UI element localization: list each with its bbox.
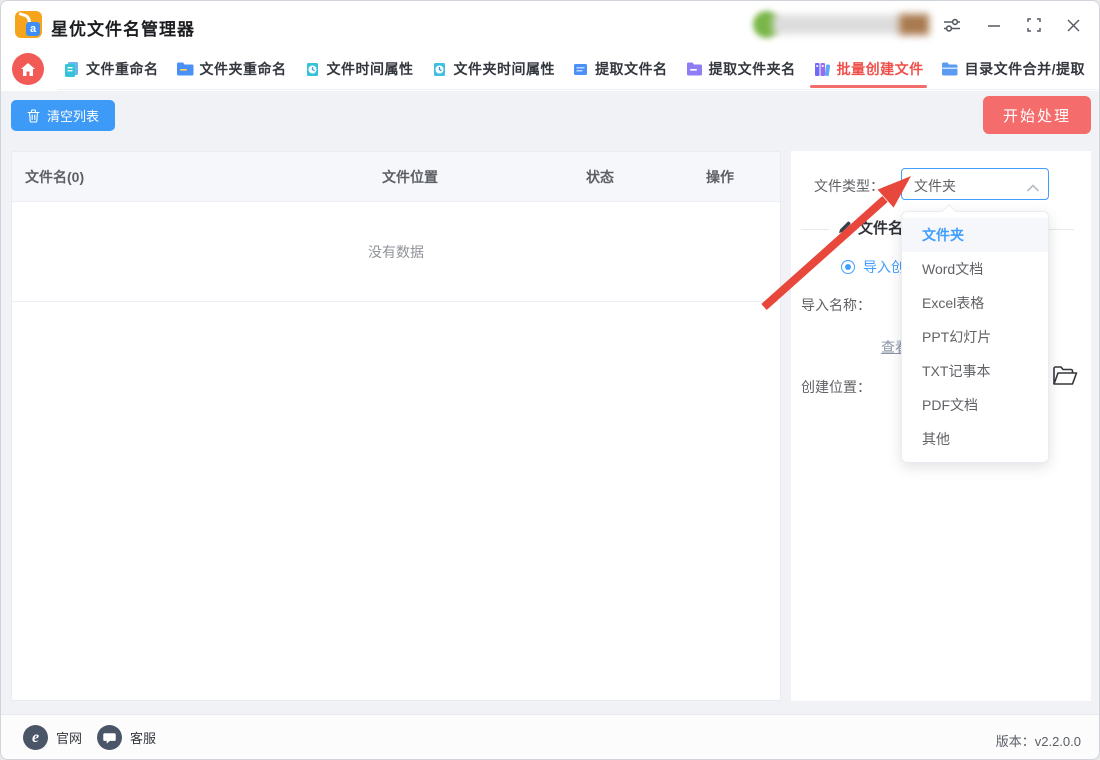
option-excel[interactable]: Excel表格 [902,286,1048,320]
start-processing-button[interactable]: 开始处理 [983,96,1091,134]
app-logo-icon: a [15,11,42,38]
clear-list-label: 清空列表 [47,106,99,125]
file-type-label: 文件类型： [814,176,884,196]
option-other[interactable]: 其他 [902,422,1048,456]
tab-label: 提取文件夹名 [709,59,796,79]
col-filename: 文件名(0) [12,167,280,187]
website-icon: e [23,725,48,750]
option-folder[interactable]: 文件夹 [902,218,1048,252]
file-rename-icon [63,61,80,78]
radio-label: 导入创 [863,257,905,277]
col-status: 状态 [540,167,660,187]
section-heading: 文件名 [829,217,911,238]
tab-label: 目录文件合并/提取 [965,59,1085,79]
tab-label: 文件时间属性 [327,59,414,79]
home-button[interactable] [12,53,44,85]
chevron-up-icon [1027,179,1039,197]
customer-service-link[interactable]: 客服 [97,725,156,750]
browse-folder-button[interactable] [1052,365,1080,393]
col-actions: 操作 [660,167,780,187]
tab-folder-time[interactable]: 文件夹时间属性 [431,59,556,79]
file-time-icon [304,61,321,78]
file-type-dropdown: 文件夹 Word文档 Excel表格 PPT幻灯片 TXT记事本 PDF文档 其… [901,211,1049,463]
extract-foldername-icon [685,61,703,77]
import-create-radio[interactable]: 导入创 [841,257,905,277]
workspace: 清空列表 开始处理 文件名(0) 文件位置 状态 操作 没有数据 文件类型： 文… [1,91,1099,714]
support-label: 客服 [130,728,156,747]
col-filepath: 文件位置 [280,167,540,187]
batch-create-icon [813,61,831,78]
file-type-selected-value: 文件夹 [914,176,956,196]
tab-extract-filename[interactable]: 提取文件名 [572,59,668,79]
table-empty-row: 没有数据 [12,202,780,302]
footer: e 官网 客服 版本：v2.2.0.0 [1,714,1099,760]
app-window: a 星优文件名管理器 [0,0,1100,760]
home-icon [20,62,36,77]
minimize-button[interactable] [981,13,1007,37]
open-folder-icon [1052,365,1078,387]
tab-label: 文件夹时间属性 [454,59,556,79]
tab-folder-rename[interactable]: 文件夹重命名 [176,59,287,79]
clear-list-button[interactable]: 清空列表 [11,100,115,131]
maximize-button[interactable] [1021,13,1047,37]
option-ppt[interactable]: PPT幻灯片 [902,320,1048,354]
section-title: 文件名 [858,217,903,238]
user-name-redacted [773,15,901,34]
user-badge-redacted [899,14,929,35]
tab-label: 提取文件名 [595,59,668,79]
radio-selected-icon [841,260,855,274]
chat-bubble-icon [97,725,122,750]
folder-time-icon [431,61,448,78]
tab-batch-create[interactable]: 批量创建文件 [813,59,924,79]
settings-sliders-icon[interactable] [939,13,965,37]
app-title: 星优文件名管理器 [51,15,195,40]
version-label: 版本：v2.2.0.0 [996,731,1081,750]
extract-filename-icon [572,61,589,78]
trash-icon [27,109,40,123]
titlebar: a 星优文件名管理器 [1,1,1099,49]
tab-file-rename[interactable]: 文件重命名 [63,59,159,79]
tab-extract-foldername[interactable]: 提取文件夹名 [685,59,796,79]
file-table-panel: 文件名(0) 文件位置 状态 操作 没有数据 [11,151,781,701]
tab-label: 文件重命名 [86,59,159,79]
create-location-label: 创建位置： [801,377,871,397]
tab-label: 文件夹重命名 [200,59,287,79]
option-pdf[interactable]: PDF文档 [902,388,1048,422]
tab-merge-extract[interactable]: 目录文件合并/提取 [941,59,1085,79]
tab-file-time[interactable]: 文件时间属性 [304,59,414,79]
official-website-link[interactable]: e 官网 [23,725,82,750]
tab-label: 批量创建文件 [837,59,924,79]
option-word[interactable]: Word文档 [902,252,1048,286]
option-txt[interactable]: TXT记事本 [902,354,1048,388]
tabbar-divider [58,89,1099,90]
import-name-label: 导入名称： [801,295,871,315]
website-label: 官网 [56,728,82,747]
merge-extract-icon [941,61,959,77]
table-header-row: 文件名(0) 文件位置 状态 操作 [12,152,780,202]
edit-icon [837,220,852,235]
empty-state-text: 没有数据 [368,242,424,262]
folder-rename-icon [176,61,194,77]
file-type-select[interactable]: 文件夹 [901,168,1049,200]
close-button[interactable] [1060,13,1086,37]
tabbar: 文件重命名 文件夹重命名 文件时间属性 文件夹时间属性 提取文件名 提取文件夹名 [1,49,1099,91]
